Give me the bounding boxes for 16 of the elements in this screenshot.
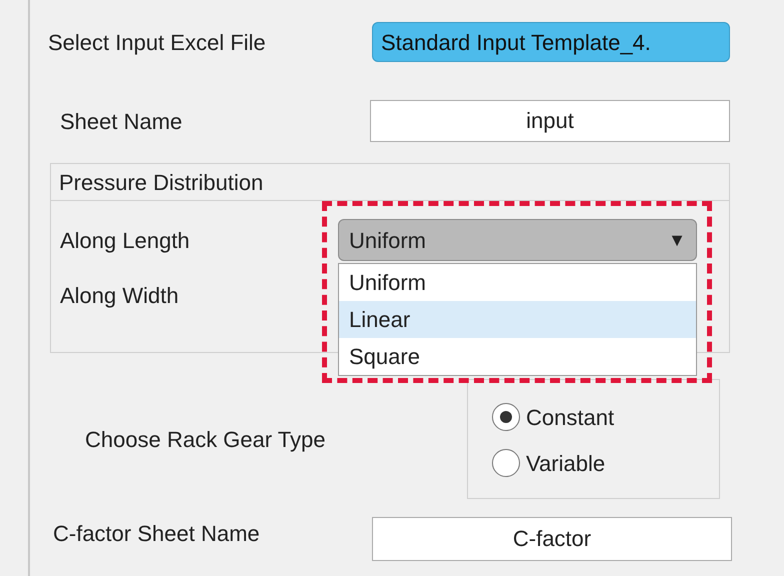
field-label: Choose Rack Gear Type bbox=[85, 426, 326, 454]
cfactor-sheet-field[interactable]: C-factor bbox=[372, 517, 732, 561]
field-label: C-factor Sheet Name bbox=[53, 520, 261, 548]
field-label: Select Input Excel File bbox=[48, 28, 267, 57]
dropdown-option[interactable]: Uniform bbox=[339, 264, 696, 301]
radio-option[interactable]: Variable bbox=[492, 440, 719, 486]
dropdown-option[interactable]: Linear bbox=[339, 301, 696, 338]
field-label: Along Length bbox=[60, 226, 191, 255]
file-select-button[interactable]: Standard Input Template_4. bbox=[372, 22, 730, 62]
panel-title: Pressure Distribution bbox=[51, 164, 729, 201]
field-label: Sheet Name bbox=[60, 108, 184, 136]
sheet-name-field[interactable]: input bbox=[370, 100, 730, 142]
dropdown-option[interactable]: Square bbox=[339, 338, 696, 375]
dropdown[interactable]: Uniform ▼ bbox=[338, 219, 697, 261]
radio-option[interactable]: Constant bbox=[492, 394, 719, 440]
field-label: Along Width bbox=[59, 282, 179, 310]
